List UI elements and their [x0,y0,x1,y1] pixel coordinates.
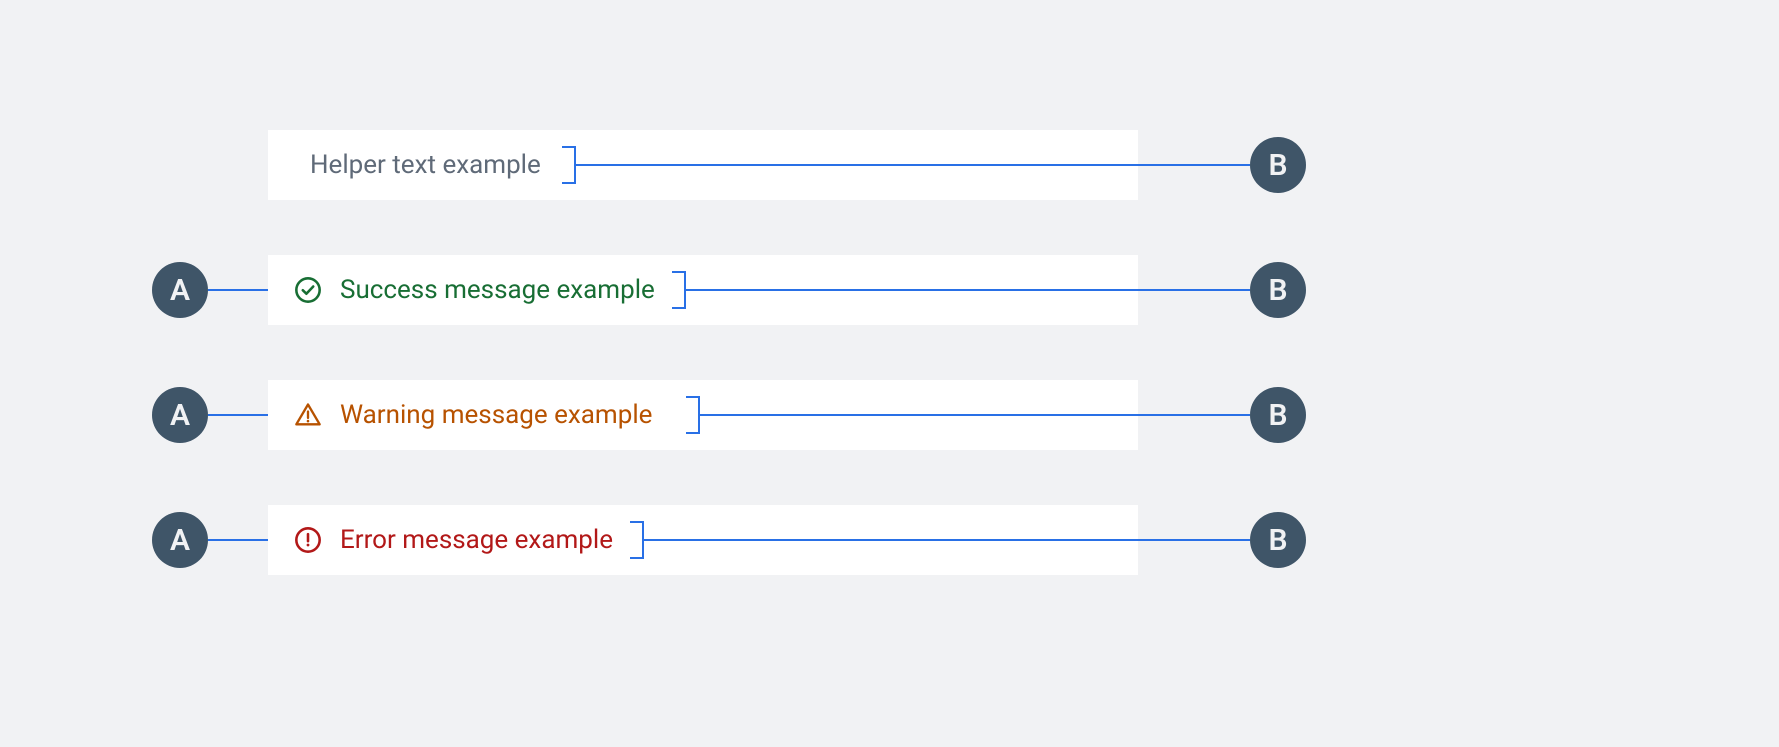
helper-text: Helper text example [310,150,541,180]
annotation-badge-a: A [152,262,208,318]
bracket-right-icon [686,396,700,434]
connector-line-a [208,289,270,291]
annotation-badge-b: B [1250,137,1306,193]
row-error: A Error message example B [0,505,1779,575]
bracket-right-icon [672,271,686,309]
connector-line-b [644,539,1250,541]
annotation-badge-b: B [1250,512,1306,568]
error-circle-icon [294,526,322,554]
connector-line-a [208,539,270,541]
bracket-right-icon [562,146,576,184]
warning-text: Warning message example [340,400,652,430]
annotation-badge-b: B [1250,387,1306,443]
bracket-right-icon [630,521,644,559]
row-success: A Success message example B [0,255,1779,325]
diagram-container: Helper text example B A Success message … [0,0,1779,747]
connector-line-b [700,414,1250,416]
connector-line-b [686,289,1250,291]
connector-line-a [208,414,270,416]
check-circle-icon [294,276,322,304]
row-warning: A Warning message example B [0,380,1779,450]
row-helper: Helper text example B [0,130,1779,200]
success-text: Success message example [340,275,655,305]
annotation-badge-a: A [152,387,208,443]
connector-line-b [576,164,1250,166]
error-text: Error message example [340,525,613,555]
annotation-badge-a: A [152,512,208,568]
warning-triangle-icon [294,401,322,429]
annotation-badge-b: B [1250,262,1306,318]
